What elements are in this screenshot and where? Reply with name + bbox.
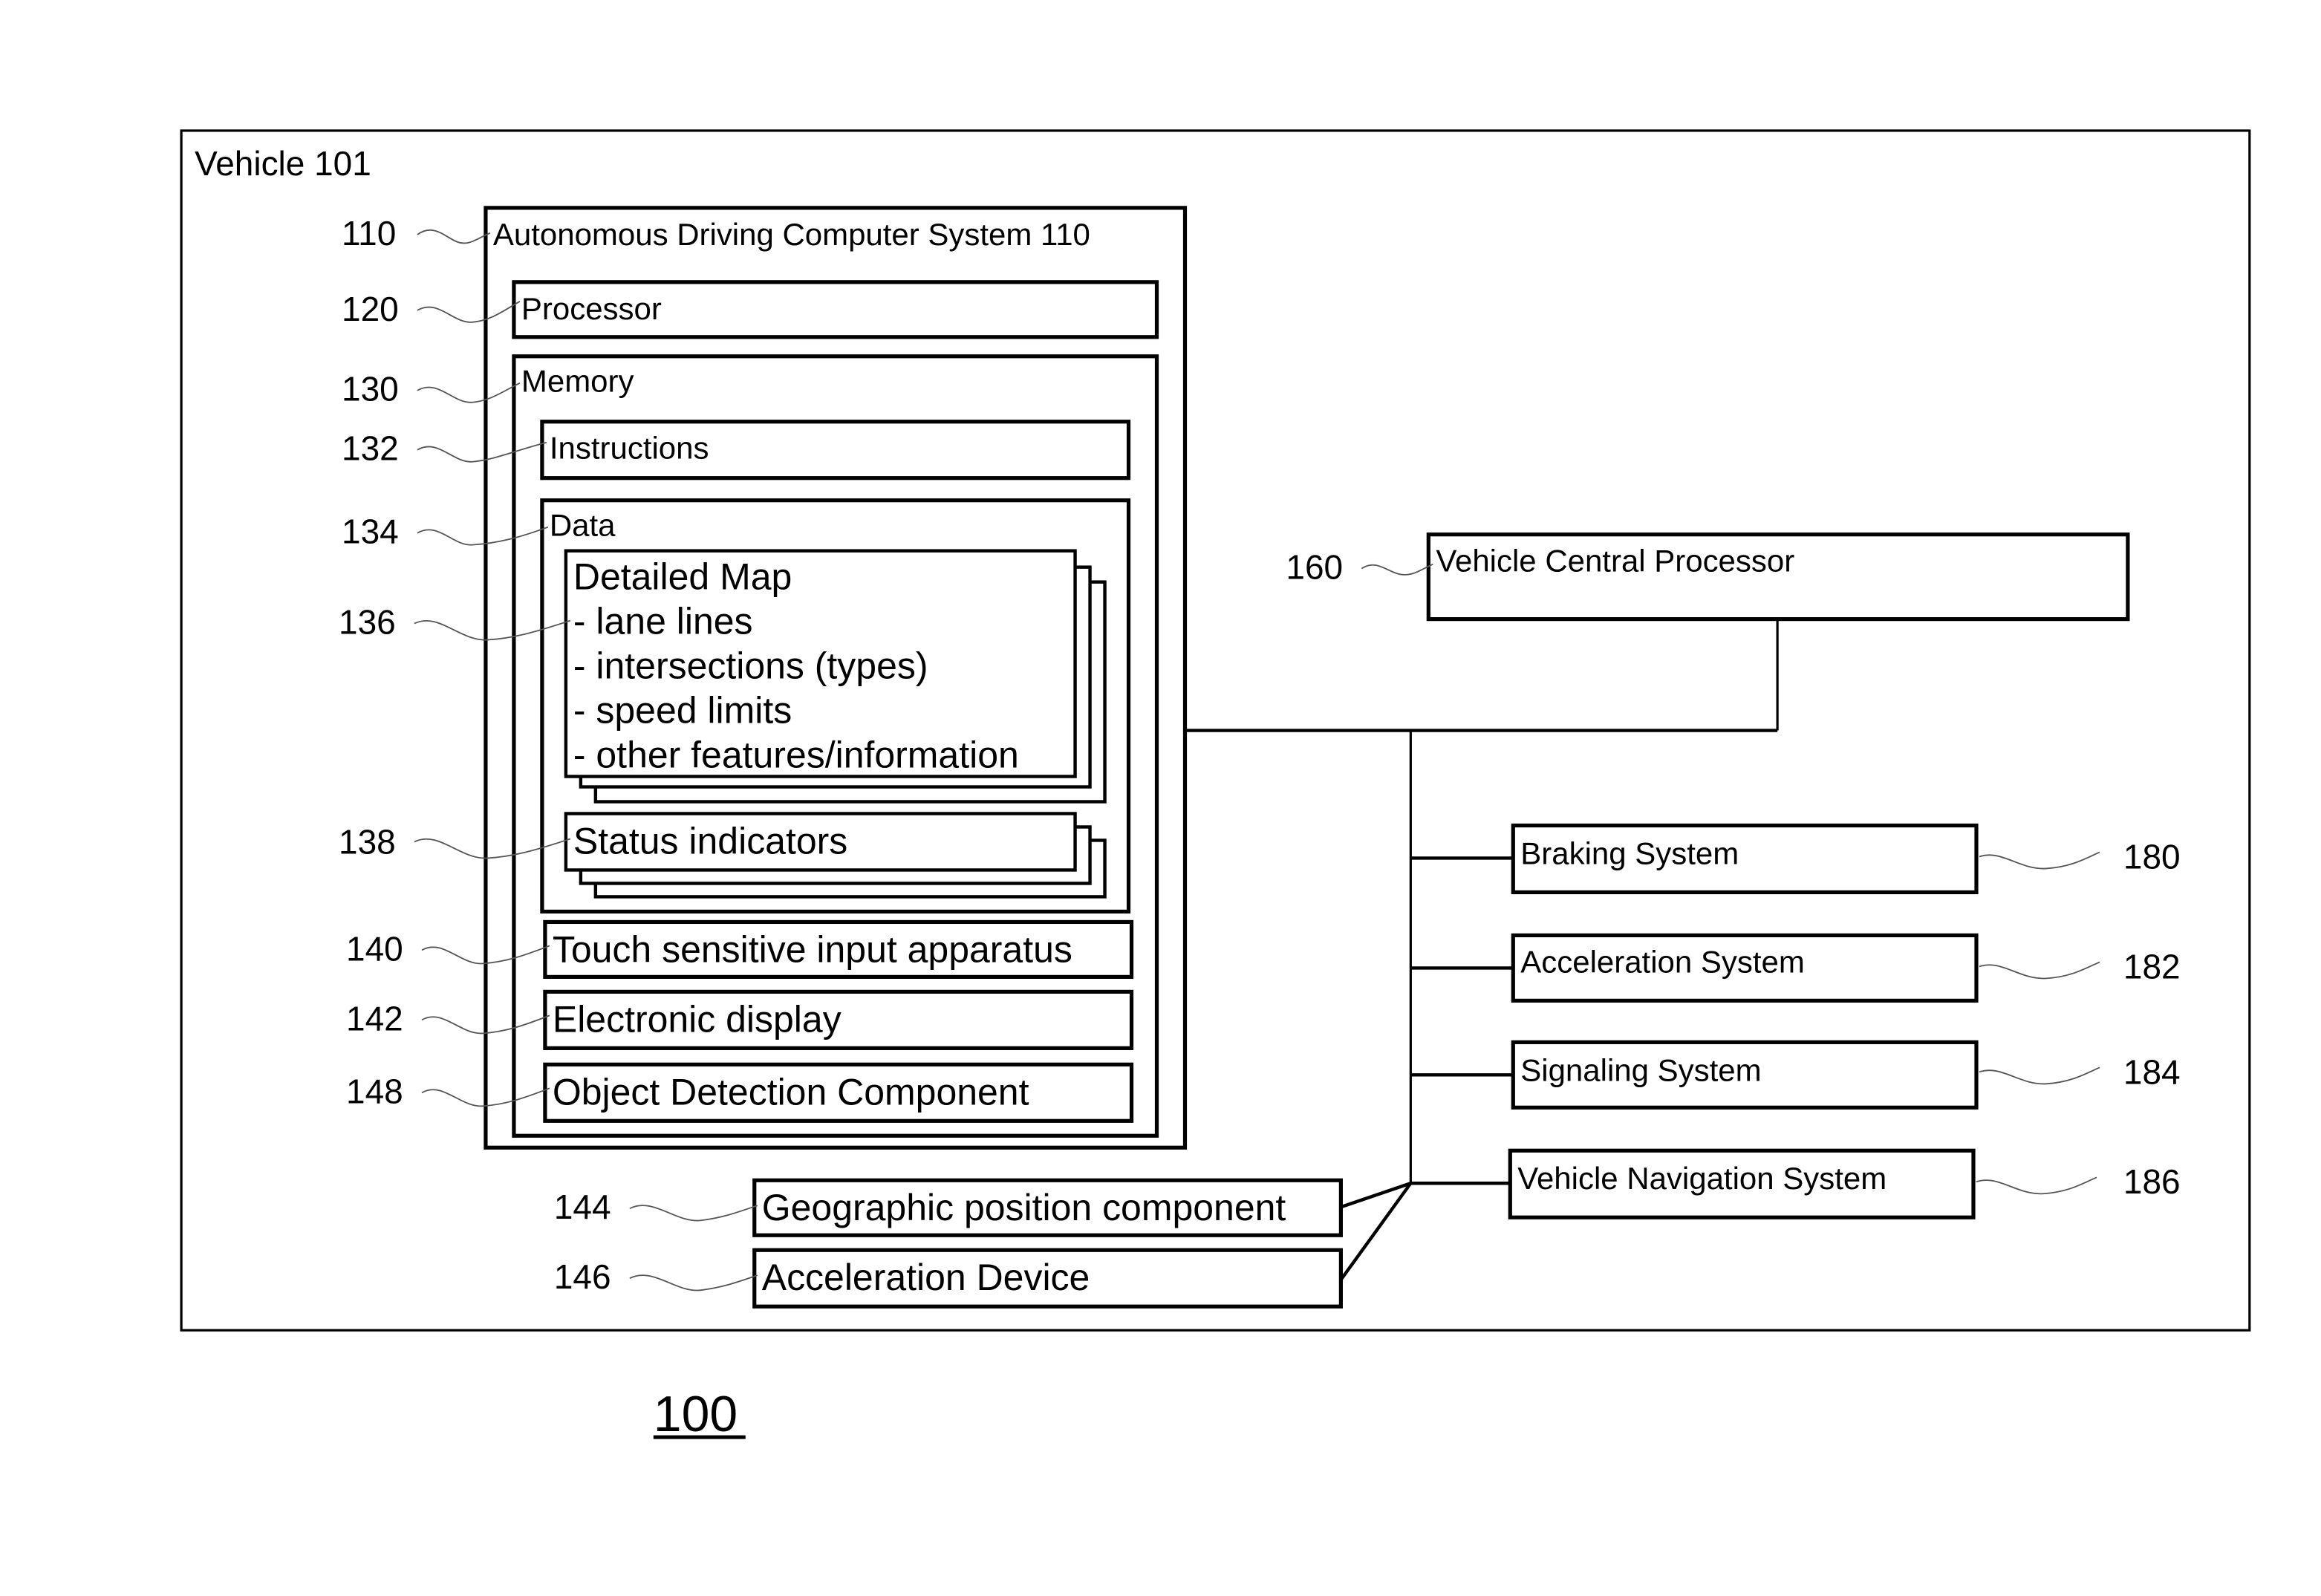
ref-110: 110 (342, 214, 396, 253)
ref-144: 144 (554, 1188, 611, 1226)
detailed-map-item: - speed limits (573, 690, 792, 732)
memory-label: Memory (521, 364, 634, 399)
data-label: Data (550, 508, 616, 543)
ref-184: 184 (2123, 1052, 2181, 1091)
ref-134: 134 (342, 512, 399, 551)
vehicle-system-diagram: Vehicle 101 Autonomous Driving Computer … (180, 129, 2251, 1442)
ref-180: 180 (2123, 837, 2181, 876)
ref-160: 160 (1286, 548, 1343, 587)
ref-120: 120 (342, 290, 399, 328)
ref-142: 142 (346, 999, 403, 1038)
figure-number: 100 (654, 1386, 738, 1442)
touch-input-label: Touch sensitive input apparatus (553, 928, 1072, 970)
navigation-system-label: Vehicle Navigation System (1517, 1161, 1887, 1196)
processor-label: Processor (521, 291, 662, 326)
ref-148: 148 (346, 1072, 403, 1110)
ref-146: 146 (554, 1257, 611, 1296)
ref-130: 130 (342, 370, 399, 408)
electronic-display-label: Electronic display (553, 998, 842, 1040)
ref-136: 136 (339, 603, 396, 642)
detailed-map-item: - lane lines (573, 601, 753, 642)
vehicle-label: Vehicle 101 (195, 144, 371, 183)
ref-132: 132 (342, 429, 399, 468)
object-detection-label: Object Detection Component (553, 1071, 1029, 1113)
instructions-label: Instructions (550, 431, 709, 466)
geographic-position-label: Geographic position component (762, 1187, 1286, 1228)
detailed-map-item: - intersections (types) (573, 645, 928, 687)
vehicle-central-processor-label: Vehicle Central Processor (1436, 544, 1794, 579)
signaling-system-label: Signaling System (1520, 1052, 1761, 1087)
ref-182: 182 (2123, 947, 2181, 986)
braking-system-label: Braking System (1520, 836, 1739, 870)
adcs-label: Autonomous Driving Computer System 110 (493, 217, 1090, 252)
status-indicators-label: Status indicators (573, 820, 847, 861)
detailed-map-title: Detailed Map (573, 556, 792, 598)
acceleration-device-label: Acceleration Device (762, 1257, 1090, 1298)
ref-138: 138 (339, 822, 396, 861)
ref-140: 140 (346, 929, 403, 968)
ref-186: 186 (2123, 1162, 2181, 1201)
acceleration-system-label: Acceleration System (1520, 944, 1805, 979)
detailed-map-item: - other features/information (573, 735, 1019, 776)
